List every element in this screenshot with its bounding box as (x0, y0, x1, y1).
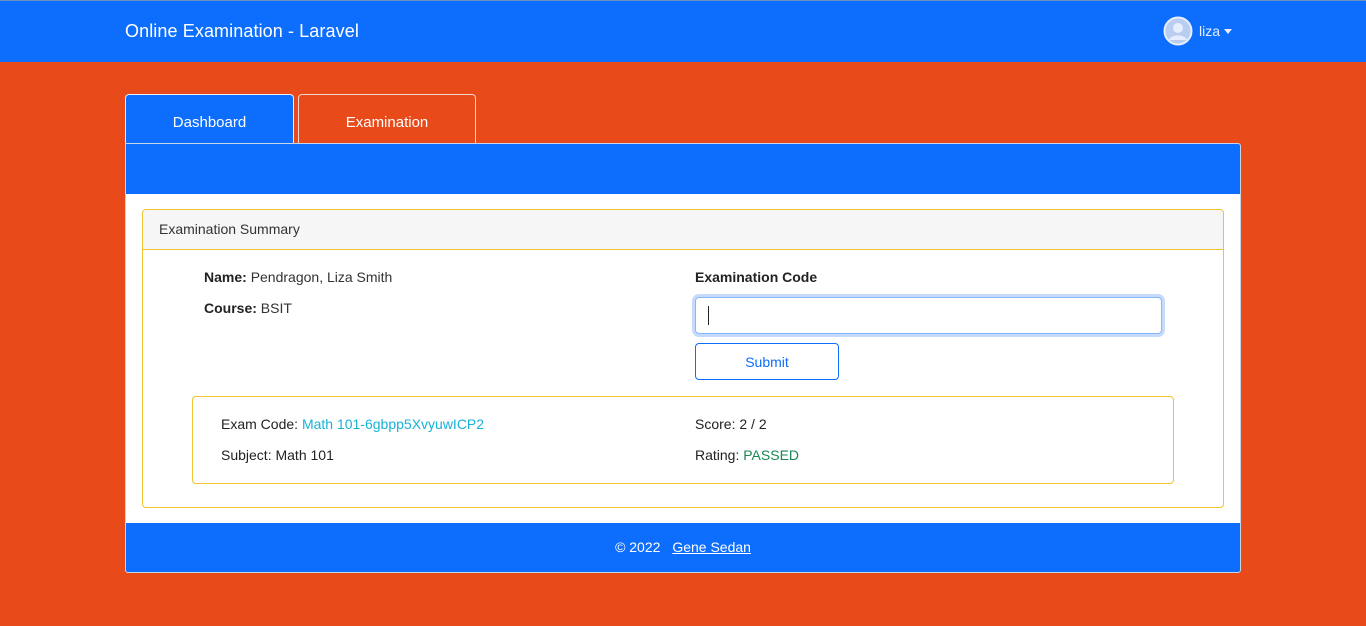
student-name: Name: Pendragon, Liza Smith (204, 269, 392, 285)
score-row: Score: 2 / 2 (695, 416, 767, 432)
rating-label: Rating: (695, 447, 740, 463)
name-label: Name: (204, 269, 247, 285)
tab-dashboard[interactable]: Dashboard (125, 94, 294, 144)
author-link[interactable]: Gene Sedan (672, 539, 751, 555)
examination-summary-panel: Examination Summary Name: Pendragon, Liz… (142, 209, 1224, 508)
submit-button[interactable]: Submit (695, 343, 839, 380)
examination-code-label: Examination Code (695, 269, 818, 285)
main-card: Examination Summary Name: Pendragon, Liz… (125, 143, 1241, 573)
exam-code-row: Exam Code: Math 101-6gbpp5XvyuwICP2 (221, 416, 484, 432)
copyright-text: © 2022 (615, 539, 661, 555)
card-footer: © 2022 Gene Sedan (126, 523, 1240, 572)
student-course: Course: BSIT (204, 300, 292, 316)
tab-examination[interactable]: Examination (298, 94, 476, 144)
user-menu[interactable]: liza (1163, 16, 1233, 46)
user-avatar-icon (1163, 16, 1193, 46)
course-value: BSIT (260, 300, 292, 316)
panel-title: Examination Summary (143, 210, 1223, 250)
exam-code-link[interactable]: Math 101-6gbpp5XvyuwICP2 (302, 416, 484, 432)
subject-label: Subject: (221, 447, 272, 463)
score-value: 2 / 2 (739, 416, 767, 432)
rating-value: PASSED (743, 447, 800, 463)
course-label: Course: (204, 300, 257, 316)
app-brand[interactable]: Online Examination - Laravel (125, 21, 359, 42)
username-label: liza (1199, 23, 1221, 39)
caret-down-icon (1224, 29, 1233, 34)
top-navbar: Online Examination - Laravel liza (0, 0, 1366, 62)
examination-code-input[interactable] (695, 297, 1162, 334)
rating-row: Rating: PASSED (695, 447, 799, 463)
subject-row: Subject: Math 101 (221, 447, 334, 463)
name-value: Pendragon, Liza Smith (250, 269, 393, 285)
text-cursor (708, 306, 709, 325)
exam-result-box: Exam Code: Math 101-6gbpp5XvyuwICP2 Subj… (192, 396, 1174, 484)
exam-code-label: Exam Code: (221, 416, 299, 432)
subject-value: Math 101 (275, 447, 334, 463)
score-label: Score: (695, 416, 736, 432)
card-header (126, 144, 1240, 194)
